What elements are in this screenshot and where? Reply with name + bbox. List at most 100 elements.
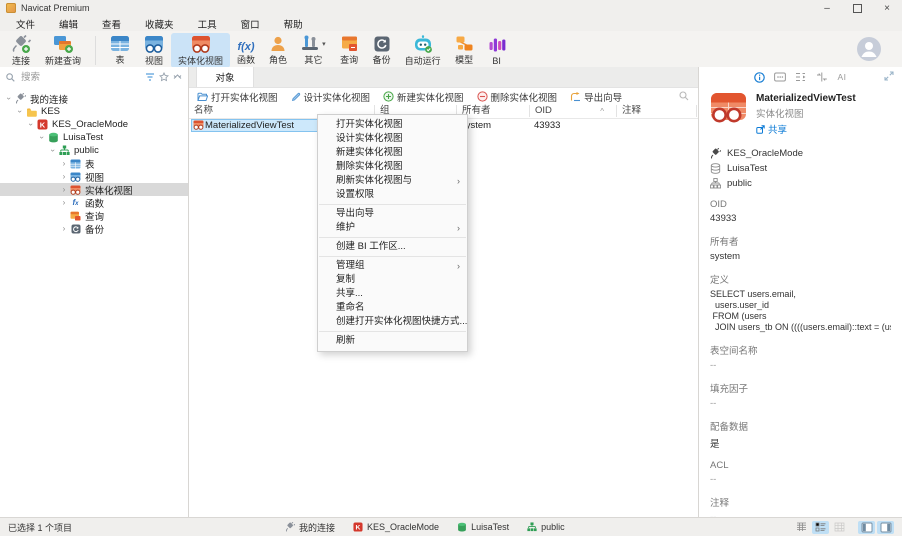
field-with-data-value: 是 xyxy=(710,436,891,450)
toolbar-function[interactable]: f(x) 函数 xyxy=(230,33,262,68)
query-icon xyxy=(69,210,82,221)
chevron-down-icon[interactable]: › xyxy=(49,146,58,156)
open-materialized-view-button[interactable]: 打开实体化视图 xyxy=(197,90,278,104)
toolbar-bi[interactable]: BI xyxy=(481,33,513,68)
favorites-star-icon[interactable] xyxy=(159,72,169,82)
breadcrumb-public[interactable]: public xyxy=(527,522,565,532)
toolbar-view[interactable]: 视图 xyxy=(137,33,171,68)
tab-objects[interactable]: 对象 xyxy=(196,67,254,87)
list-view-icon[interactable] xyxy=(812,521,829,534)
detail-view-icon[interactable] xyxy=(831,521,848,534)
menu-edit[interactable]: 编辑 xyxy=(47,17,90,31)
preview-tab-icon[interactable] xyxy=(774,72,786,82)
delete-materialized-view-button[interactable]: 删除实体化视图 xyxy=(477,90,558,104)
sidebar-search-input[interactable] xyxy=(19,71,141,84)
tree-item-backups[interactable]: › 备份 xyxy=(0,222,188,235)
toolbar-connection[interactable]: 连接 xyxy=(4,33,38,68)
toolbar-backup[interactable]: 备份 xyxy=(366,33,398,68)
collapse-all-icon[interactable] xyxy=(173,73,182,82)
chevron-down-icon[interactable]: › xyxy=(5,94,14,104)
toolbar-role[interactable]: 角色 xyxy=(262,33,294,68)
menu-item-create-bi-workspace[interactable]: 创建 BI 工作区... xyxy=(318,240,467,254)
object-search-icon[interactable] xyxy=(679,91,689,104)
chevron-down-icon[interactable]: › xyxy=(38,133,47,143)
toolbar-materialized-view[interactable]: 实体化视图 xyxy=(171,33,230,68)
user-avatar[interactable] xyxy=(856,36,882,65)
menu-file[interactable]: 文件 xyxy=(4,17,47,31)
chevron-right-icon[interactable]: › xyxy=(59,224,69,233)
left-pane-toggle-icon[interactable] xyxy=(858,521,875,534)
tree-item-my-connections[interactable]: › 我的连接 xyxy=(0,92,188,105)
menu-item-share[interactable]: 共享... xyxy=(318,287,467,301)
compare-tab-icon[interactable] xyxy=(816,72,828,82)
ai-tab-icon[interactable]: AI xyxy=(837,72,846,82)
tree-item-public[interactable]: › public xyxy=(0,144,188,157)
menu-view[interactable]: 查看 xyxy=(90,17,133,31)
menu-item-create-open-shortcut[interactable]: 创建打开实体化视图快捷方式... xyxy=(318,315,467,329)
tree-label: KES_OracleMode xyxy=(52,119,128,130)
menu-item-maintain[interactable]: 维护› xyxy=(318,221,467,235)
chevron-right-icon[interactable]: › xyxy=(59,198,69,207)
share-link[interactable]: 共享 xyxy=(756,122,856,136)
menu-item-rename[interactable]: 重命名 xyxy=(318,301,467,315)
tree-item-views[interactable]: › 视图 xyxy=(0,170,188,183)
menu-item-refresh[interactable]: 刷新 xyxy=(318,334,467,348)
maximize-button[interactable] xyxy=(842,0,872,16)
field-oid-label: OID xyxy=(710,199,891,210)
info-tab-icon[interactable] xyxy=(754,72,765,83)
tree-item-materialized-views[interactable]: › 实体化视图 xyxy=(0,183,188,196)
menu-item-refresh-materialized-view-with[interactable]: 刷新实体化视图与› xyxy=(318,174,467,188)
menu-item-export-wizard[interactable]: 导出向导 xyxy=(318,207,467,221)
backup-icon xyxy=(69,223,82,234)
context-database: LuisaTest xyxy=(710,163,891,174)
close-button[interactable]: × xyxy=(872,0,902,16)
tree-item-functions[interactable]: › fx 函数 xyxy=(0,196,188,209)
filter-icon[interactable] xyxy=(145,73,155,81)
menu-item-manage-group[interactable]: 管理组› xyxy=(318,259,467,273)
grid-view-icon[interactable] xyxy=(793,521,810,534)
menu-item-duplicate[interactable]: 复制 xyxy=(318,273,467,287)
dependencies-tab-icon[interactable] xyxy=(795,72,807,82)
toolbar-others[interactable]: ▾ 其它 xyxy=(294,33,333,68)
column-header-comment[interactable]: 注释 xyxy=(617,105,697,117)
menu-item-design-materialized-view[interactable]: 设计实体化视图 xyxy=(318,132,467,146)
toolbar-new-query[interactable]: 新建查询 xyxy=(38,33,88,68)
menu-bar: 文件 编辑 查看 收藏夹 工具 窗口 帮助 xyxy=(0,16,902,31)
chevron-right-icon[interactable]: › xyxy=(59,185,69,194)
tree-item-queries[interactable]: 查询 xyxy=(0,209,188,222)
menu-item-label: 共享... xyxy=(336,288,363,299)
breadcrumb-my-connections[interactable]: 我的连接 xyxy=(285,521,335,534)
tree-item-kes[interactable]: › KES xyxy=(0,105,188,118)
chevron-down-icon[interactable]: › xyxy=(27,120,36,130)
chevron-down-icon[interactable]: › xyxy=(16,107,25,117)
design-materialized-view-button[interactable]: 设计实体化视图 xyxy=(291,90,371,104)
expand-panel-icon[interactable] xyxy=(884,71,894,81)
menu-window[interactable]: 窗口 xyxy=(229,17,272,31)
tree-item-tables[interactable]: › 表 xyxy=(0,157,188,170)
export-wizard-button[interactable]: 导出向导 xyxy=(570,90,622,104)
menu-item-new-materialized-view[interactable]: 新建实体化视图 xyxy=(318,146,467,160)
toolbar-query[interactable]: 查询 xyxy=(333,33,366,68)
right-pane-toggle-icon[interactable] xyxy=(877,521,894,534)
breadcrumb-kes-oraclemode[interactable]: K KES_OracleMode xyxy=(353,522,439,532)
menu-help[interactable]: 帮助 xyxy=(272,17,315,31)
row-oid: 43933 xyxy=(534,119,560,132)
menu-tools[interactable]: 工具 xyxy=(186,17,229,31)
tree-item-kes-oraclemode[interactable]: › K KES_OracleMode xyxy=(0,118,188,131)
toolbar-model[interactable]: 模型 xyxy=(448,33,481,68)
tree-item-luisatest[interactable]: › LuisaTest xyxy=(0,131,188,144)
toolbar-table[interactable]: 表 xyxy=(103,33,137,68)
toolbar-automation[interactable]: 自动运行 xyxy=(398,33,448,68)
breadcrumb-luisatest[interactable]: LuisaTest xyxy=(457,522,509,532)
svg-text:K: K xyxy=(356,525,361,532)
minimize-button[interactable]: – xyxy=(812,0,842,16)
menu-item-open-materialized-view[interactable]: 打开实体化视图 xyxy=(318,118,467,132)
chevron-right-icon[interactable]: › xyxy=(59,159,69,168)
column-header-oid[interactable]: OID^ xyxy=(530,105,617,117)
menu-favorites[interactable]: 收藏夹 xyxy=(133,17,186,31)
menu-item-set-permissions[interactable]: 设置权限 xyxy=(318,188,467,202)
menu-item-delete-materialized-view[interactable]: 删除实体化视图 xyxy=(318,160,467,174)
chevron-right-icon[interactable]: › xyxy=(59,172,69,181)
new-materialized-view-button[interactable]: 新建实体化视图 xyxy=(383,90,464,104)
export-icon xyxy=(570,92,581,102)
